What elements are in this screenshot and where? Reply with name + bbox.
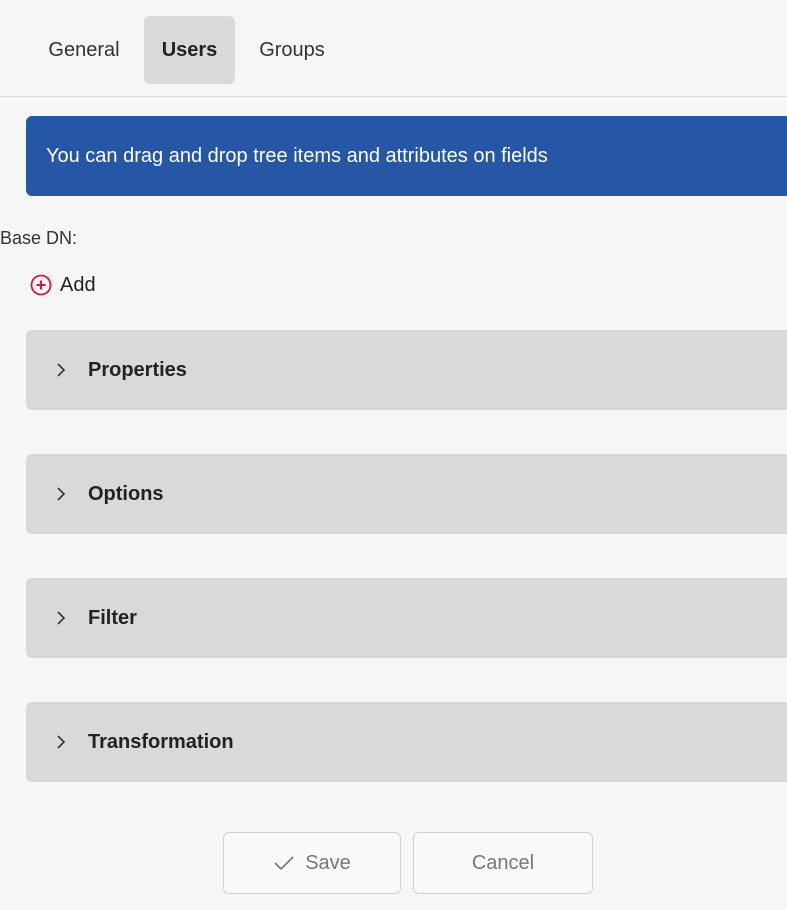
tab-general[interactable]: General	[28, 16, 140, 84]
check-icon	[274, 856, 294, 871]
tab-users[interactable]: Users	[144, 16, 235, 84]
section-label: Filter	[88, 606, 137, 629]
save-label: Save	[305, 851, 351, 874]
add-base-dn-button[interactable]: Add	[30, 270, 96, 300]
section-label: Properties	[88, 358, 187, 381]
section-transformation[interactable]: Transformation	[26, 702, 787, 782]
section-filter[interactable]: Filter	[26, 578, 787, 658]
chevron-right-icon	[57, 487, 66, 501]
tab-groups[interactable]: Groups	[242, 16, 342, 84]
section-options[interactable]: Options	[26, 454, 787, 534]
section-properties[interactable]: Properties	[26, 330, 787, 410]
chevron-right-icon	[57, 611, 66, 625]
base-dn-label: Base DN:	[0, 228, 78, 248]
users-settings-panel: General Users Groups You can drag and dr…	[0, 0, 787, 910]
save-button[interactable]: Save	[223, 832, 401, 894]
section-label: Transformation	[88, 730, 234, 753]
add-label: Add	[60, 273, 96, 296]
cancel-label: Cancel	[471, 851, 535, 874]
info-banner: You can drag and drop tree items and att…	[26, 116, 787, 196]
tab-bar: General Users Groups	[0, 0, 787, 97]
chevron-right-icon	[57, 363, 66, 377]
chevron-right-icon	[57, 735, 66, 749]
cancel-button[interactable]: Cancel	[413, 832, 593, 894]
section-label: Options	[88, 482, 164, 505]
plus-circle-icon	[30, 274, 52, 296]
